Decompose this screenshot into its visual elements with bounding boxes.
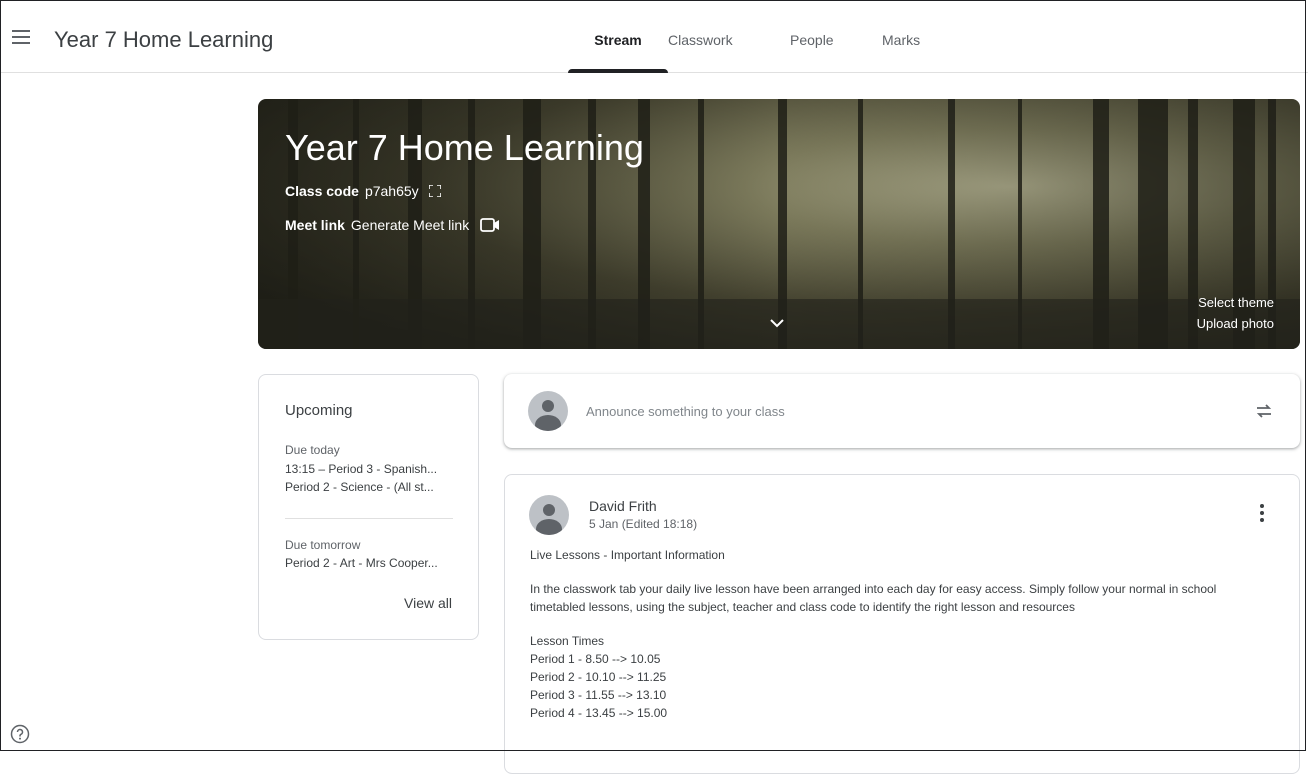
lesson-time: Period 2 - 10.10 --> 11.25: [530, 670, 667, 684]
tab-marks[interactable]: Marks: [882, 0, 942, 73]
upcoming-item[interactable]: Period 2 - Science - (All st...: [285, 480, 457, 494]
app-title[interactable]: Year 7 Home Learning: [54, 27, 273, 53]
banner-title: Year 7 Home Learning: [285, 127, 644, 168]
top-app-bar: Year 7 Home Learning Stream Classwork Pe…: [0, 0, 1308, 73]
more-vert-icon[interactable]: [1259, 504, 1265, 524]
tab-bar: Stream Classwork People Marks: [568, 0, 942, 73]
menu-icon[interactable]: [12, 30, 30, 44]
tab-classwork[interactable]: Classwork: [668, 0, 790, 73]
video-camera-icon[interactable]: [480, 218, 500, 232]
upload-photo-link[interactable]: Upload photo: [1197, 313, 1274, 334]
upcoming-card: Upcoming Due today 13:15 – Period 3 - Sp…: [258, 374, 479, 640]
tab-people-label: People: [790, 32, 834, 48]
divider: [285, 518, 453, 519]
avatar: [529, 495, 569, 535]
post-date: 5 Jan (Edited 18:18): [589, 517, 698, 531]
fullscreen-icon[interactable]: [428, 185, 441, 197]
class-banner: Year 7 Home Learning Class code p7ah65y M…: [258, 99, 1300, 349]
due-today-label: Due today: [285, 443, 340, 457]
upcoming-title: Upcoming: [285, 402, 353, 419]
tab-stream-label: Stream: [594, 32, 642, 48]
banner-actions: Select theme Upload photo: [1197, 292, 1274, 334]
meet-link-row: Meet link Generate Meet link: [285, 217, 500, 233]
avatar: [528, 391, 568, 431]
lesson-time: Period 1 - 8.50 --> 10.05: [530, 652, 661, 666]
class-code-label: Class code: [285, 183, 359, 199]
tab-people[interactable]: People: [790, 0, 882, 73]
tab-classwork-label: Classwork: [668, 32, 733, 48]
stream-post: David Frith 5 Jan (Edited 18:18) Live Le…: [504, 474, 1300, 774]
view-all-button[interactable]: View all: [404, 595, 452, 611]
post-body: Live Lessons - Important Information In …: [530, 546, 1275, 722]
chevron-down-icon[interactable]: [769, 317, 785, 329]
select-theme-link[interactable]: Select theme: [1197, 292, 1274, 313]
post-paragraph: In the classwork tab your daily live les…: [530, 582, 1217, 614]
announce-box[interactable]: Announce something to your class: [504, 374, 1300, 448]
class-code-value: p7ah65y: [364, 183, 419, 199]
lesson-times-label: Lesson Times: [530, 634, 605, 648]
generate-meet-link[interactable]: Generate Meet link: [351, 217, 469, 233]
post-heading: Live Lessons - Important Information: [530, 548, 725, 562]
due-tomorrow-label: Due tomorrow: [285, 538, 361, 552]
help-icon[interactable]: [10, 724, 30, 744]
lesson-time: Period 3 - 11.55 --> 13.10: [530, 688, 667, 702]
repost-icon[interactable]: [1254, 401, 1274, 421]
active-tab-indicator: [568, 69, 668, 73]
class-code-row: Class code p7ah65y: [285, 183, 441, 199]
announce-placeholder: Announce something to your class: [586, 404, 785, 419]
upcoming-item[interactable]: 13:15 – Period 3 - Spanish...: [285, 462, 457, 476]
meet-link-label: Meet link: [285, 217, 345, 233]
tab-marks-label: Marks: [882, 32, 921, 48]
upcoming-item[interactable]: Period 2 - Art - Mrs Cooper...: [285, 556, 457, 570]
tab-stream[interactable]: Stream: [568, 0, 668, 73]
post-author[interactable]: David Frith: [589, 498, 657, 514]
lesson-time: Period 4 - 13.45 --> 15.00: [530, 706, 668, 720]
